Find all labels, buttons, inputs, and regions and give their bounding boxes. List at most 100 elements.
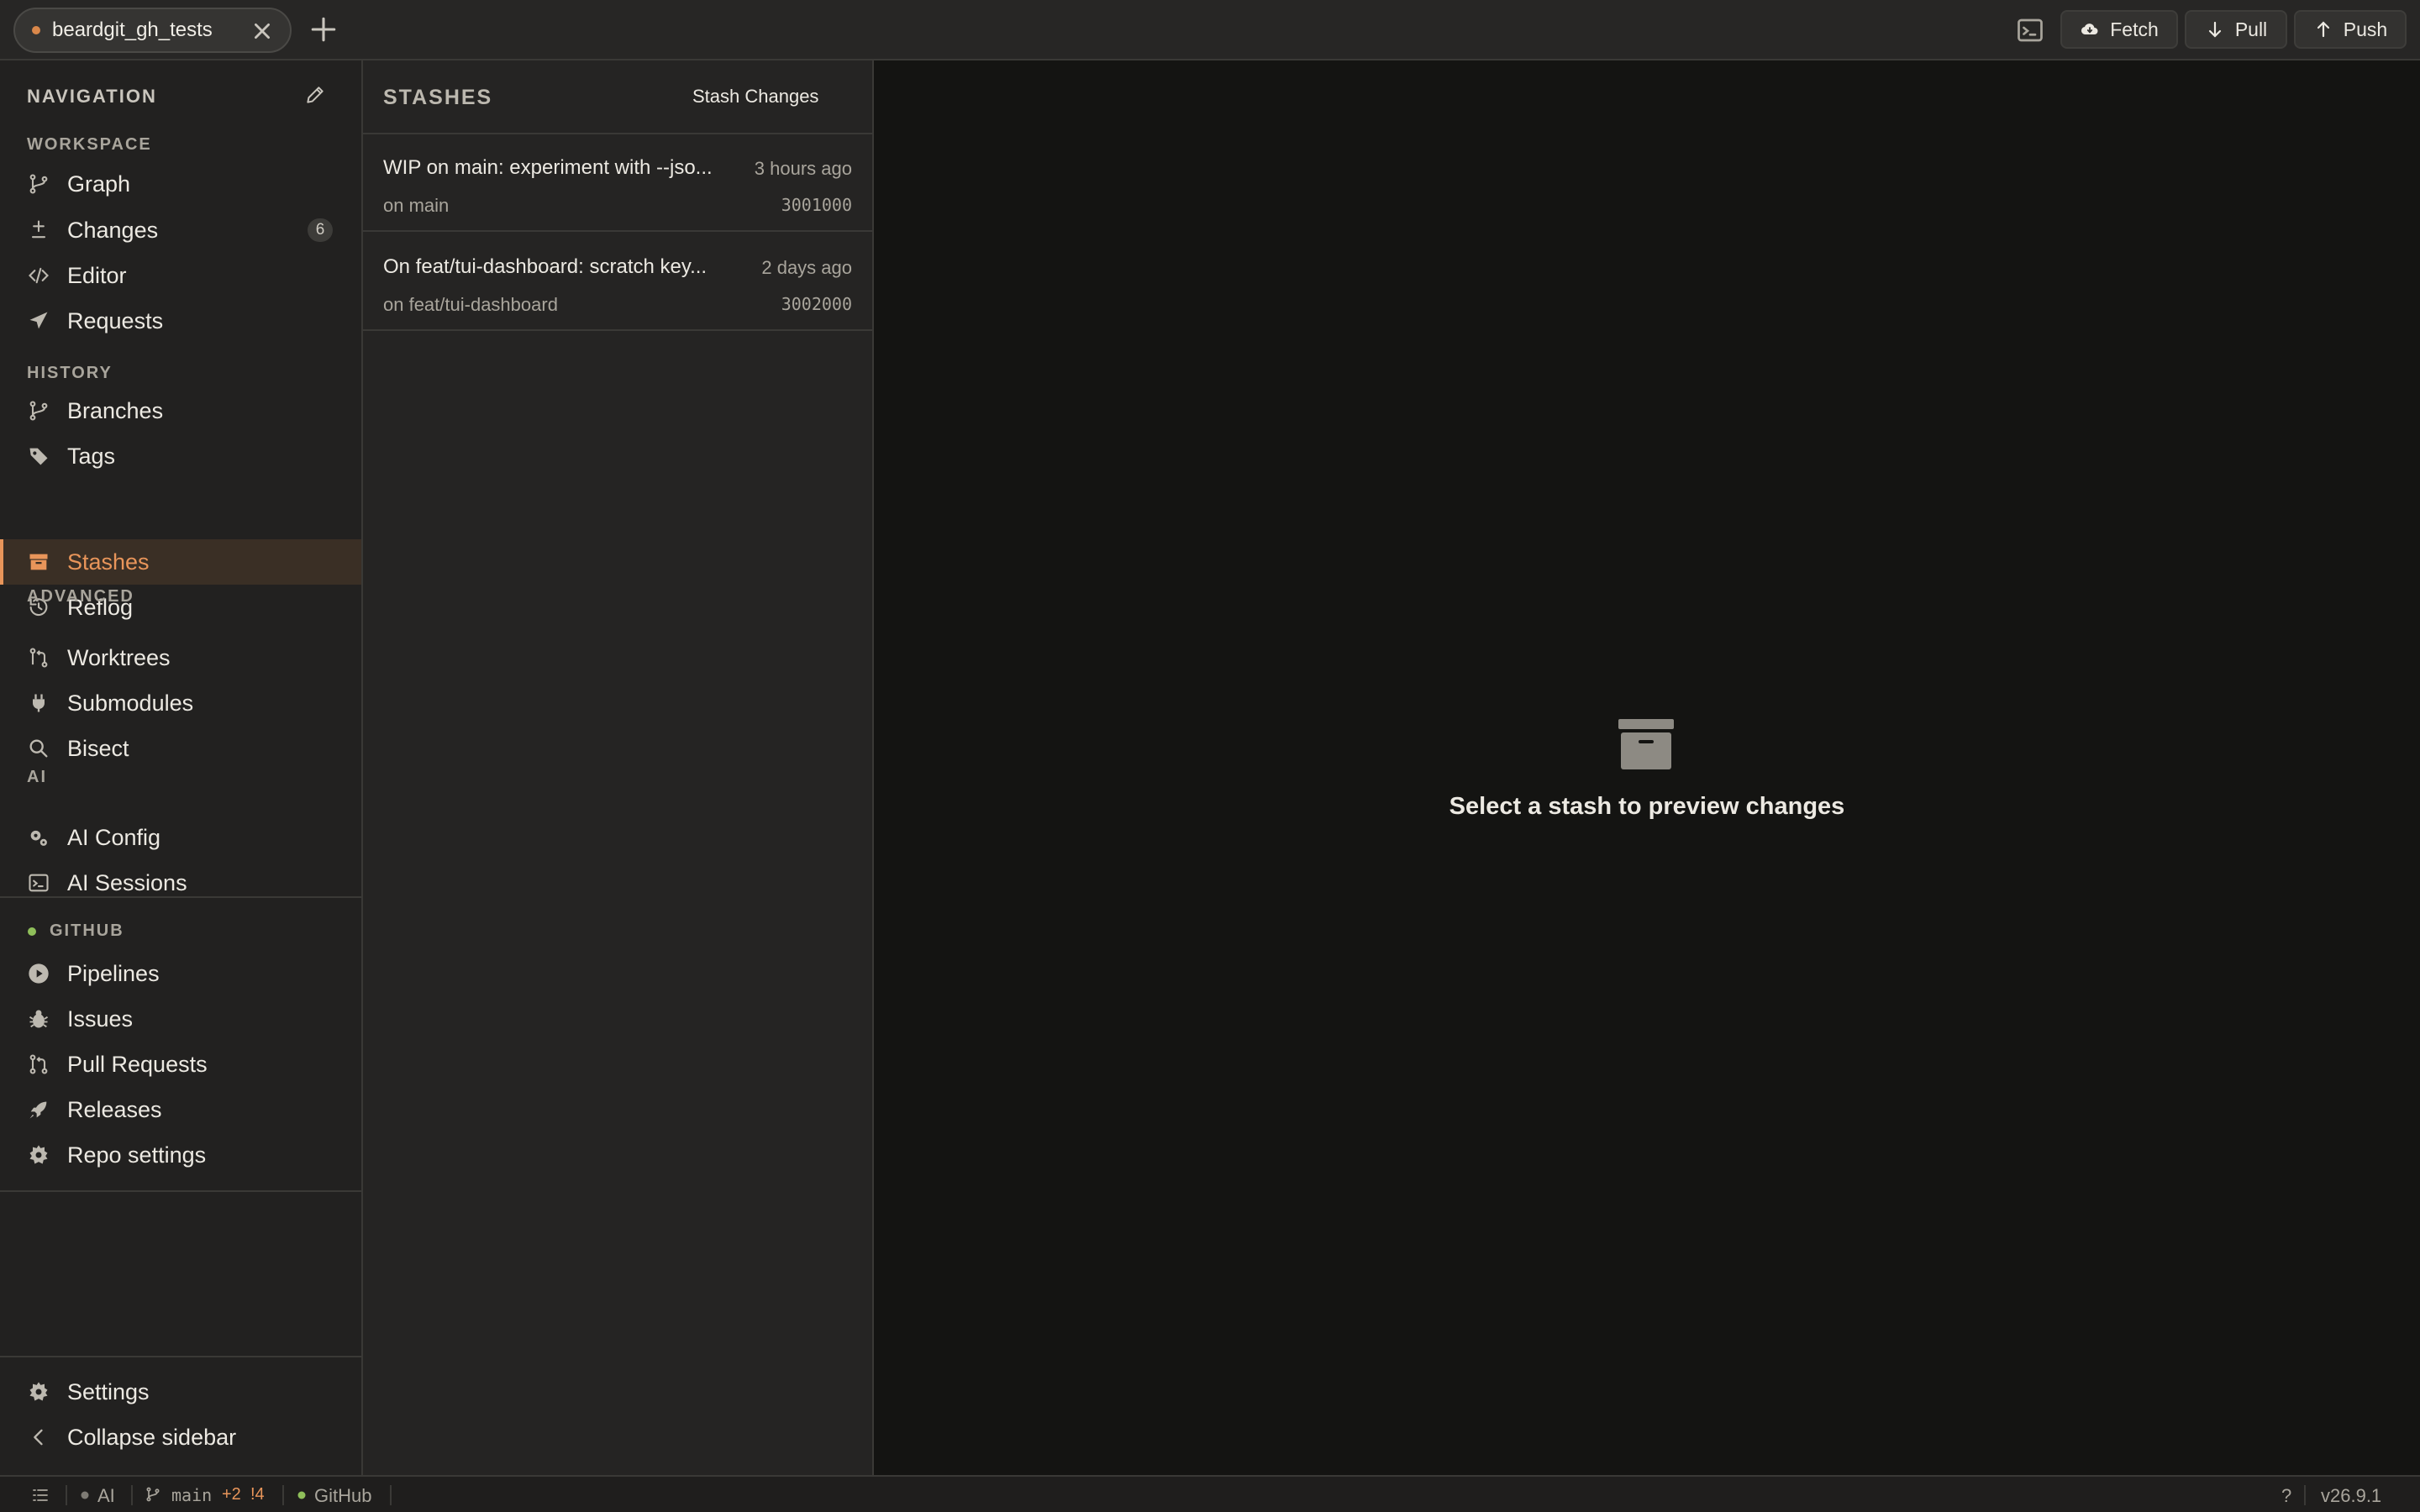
pencil-icon[interactable]: [304, 84, 326, 106]
github-status[interactable]: GitHub: [314, 1485, 371, 1507]
pull-button[interactable]: Pull: [2185, 10, 2287, 49]
sidebar-item-label: Collapse sidebar: [67, 1424, 237, 1450]
ahead-count: +2: [222, 1485, 241, 1504]
section-github: GITHUB: [50, 921, 124, 940]
close-icon[interactable]: [251, 20, 273, 42]
plug-icon: [33, 694, 45, 712]
stashes-panel: STASHES Stash Changes WIP on main: exper…: [363, 60, 874, 1475]
sidebar-item-label: Repo settings: [67, 1142, 207, 1168]
divider: [131, 1485, 133, 1505]
stash-branch: on main: [383, 195, 450, 216]
play-circle-icon: [29, 963, 49, 984]
ai-status-dot-icon: [81, 1491, 89, 1499]
sidebar-item-pipelines[interactable]: Pipelines: [0, 951, 361, 996]
app-version: v26.9.1: [2321, 1485, 2382, 1506]
stash-time: 2 days ago: [761, 257, 852, 278]
ai-status[interactable]: AI: [97, 1485, 115, 1507]
stash-changes-button[interactable]: Stash Changes: [692, 86, 818, 108]
status-bar: AI main +2 !4 GitHub ? v26.9.1: [0, 1475, 2420, 1512]
sidebar-item-label: Pipelines: [67, 960, 160, 986]
divider: [282, 1485, 284, 1505]
sidebar-item-repo-settings[interactable]: Repo settings: [0, 1132, 361, 1178]
cloud-download-icon: [2081, 24, 2098, 35]
sidebar-item-label: Bisect: [67, 735, 129, 761]
push-button[interactable]: Push: [2294, 10, 2407, 49]
sidebar-item-editor[interactable]: Editor: [0, 253, 361, 298]
sidebar-divider: [0, 1356, 361, 1357]
stash-time: 3 hours ago: [754, 158, 852, 179]
sidebar-item-ai-sessions[interactable]: AI Sessions: [0, 860, 361, 906]
divider: [390, 1485, 392, 1505]
worktree-icon: [29, 648, 48, 668]
sidebar-item-label: AI Sessions: [67, 869, 187, 895]
sidebar-item-releases[interactable]: Releases: [0, 1087, 361, 1132]
repo-tab[interactable]: beardgit_gh_tests: [13, 8, 292, 53]
sidebar-item-label: AI Config: [67, 824, 161, 850]
repo-tab-label: beardgit_gh_tests: [52, 18, 213, 41]
send-icon: [29, 312, 48, 329]
section-history: HISTORY: [27, 364, 113, 382]
arrow-up-icon: [2317, 21, 2329, 38]
sidebar-item-label: Editor: [67, 262, 127, 288]
empty-state-message: Select a stash to preview changes: [1449, 793, 1845, 820]
sidebar-item-label: Branches: [67, 397, 164, 423]
tag-icon: [29, 448, 48, 465]
sidebar-item-changes[interactable]: Changes 6: [0, 207, 361, 253]
sidebar-item-tags[interactable]: Tags: [0, 433, 361, 479]
top-bar: beardgit_gh_tests Fetch Pull Push: [0, 0, 2420, 60]
add-tab-icon[interactable]: [309, 15, 338, 44]
divider: [2304, 1485, 2306, 1505]
sidebar-item-pull-requests[interactable]: Pull Requests: [0, 1042, 361, 1087]
sidebar-divider: [0, 1190, 361, 1192]
sidebar-item-label: Issues: [67, 1005, 134, 1032]
divider: [66, 1485, 67, 1505]
sidebar-item-label: Changes: [67, 217, 159, 243]
sidebar-item-label: Releases: [67, 1096, 162, 1122]
modified-dot: [32, 26, 40, 34]
sidebar-item-requests[interactable]: Requests: [0, 298, 361, 344]
gears-icon: [30, 830, 47, 846]
stash-list-item[interactable]: WIP on main: experiment with --jso... 3 …: [363, 134, 872, 232]
stash-sha: 3001000: [781, 195, 852, 215]
changes-count-badge: 6: [308, 218, 333, 242]
code-icon: [29, 267, 49, 284]
sidebar-item-label: Pull Requests: [67, 1051, 208, 1077]
sidebar-item-label: Requests: [67, 307, 164, 333]
plus-minus-icon: [31, 220, 46, 239]
sidebar-item-issues[interactable]: Issues: [0, 996, 361, 1042]
git-branch-icon: [146, 1487, 160, 1502]
sidebar-item-ai-config[interactable]: AI Config: [0, 815, 361, 860]
current-branch[interactable]: main: [171, 1485, 212, 1505]
archive-icon: [29, 554, 48, 570]
git-branch-icon: [29, 174, 48, 194]
branch-icon: [29, 401, 48, 421]
search-icon: [29, 739, 48, 758]
stash-list-item[interactable]: On feat/tui-dashboard: scratch key... 2 …: [363, 234, 872, 331]
gear-icon: [29, 1382, 48, 1401]
list-icon[interactable]: [30, 1485, 50, 1505]
archive-icon: [1618, 719, 1674, 769]
status-dot-icon: [28, 927, 36, 936]
sidebar-item-stashes[interactable]: Stashes: [0, 539, 361, 585]
pull-label: Pull: [2234, 18, 2268, 40]
sidebar-item-worktrees[interactable]: Worktrees: [0, 635, 361, 680]
sidebar-divider: [0, 896, 361, 898]
sidebar-item-branches[interactable]: Branches: [0, 388, 361, 433]
arrow-down-icon: [2208, 21, 2221, 38]
stashes-title: STASHES: [383, 86, 493, 109]
terminal-icon[interactable]: [2015, 15, 2045, 45]
sidebar-item-bisect[interactable]: Bisect: [0, 726, 361, 771]
section-advanced: ADVANCED: [27, 587, 134, 606]
stash-sha: 3002000: [781, 294, 852, 314]
sidebar-item-graph[interactable]: Graph: [0, 161, 361, 207]
sidebar-item-label: Tags: [67, 443, 116, 469]
sidebar-item-label: Submodules: [67, 690, 194, 716]
fetch-button[interactable]: Fetch: [2060, 10, 2178, 49]
sidebar-item-submodules[interactable]: Submodules: [0, 680, 361, 726]
collapse-sidebar-button[interactable]: Collapse sidebar: [0, 1415, 361, 1460]
sidebar-item-settings[interactable]: Settings: [0, 1369, 361, 1415]
help-button[interactable]: ?: [2281, 1485, 2291, 1507]
sidebar-item-label: Graph: [67, 171, 131, 197]
section-ai: AI: [27, 768, 47, 786]
section-workspace: WORKSPACE: [27, 135, 152, 154]
